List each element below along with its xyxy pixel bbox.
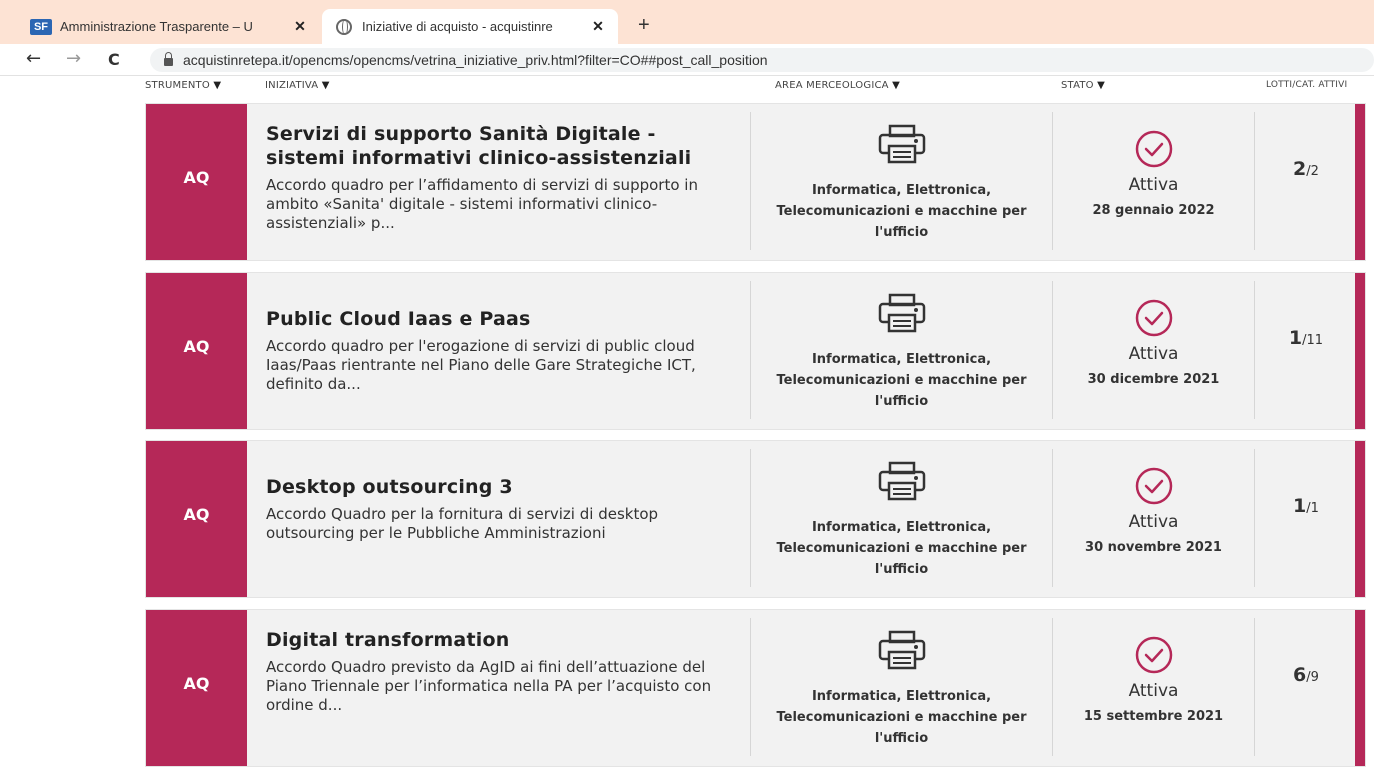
stato-date: 30 dicembre 2021 — [1087, 372, 1220, 387]
address-bar: ← → C acquistinretepa.it/opencms/opencms… — [0, 44, 1374, 76]
divider — [1254, 281, 1255, 419]
stato-label: Attiva — [1128, 175, 1179, 195]
row-accent-bar — [1355, 104, 1365, 260]
lotti-total: /1 — [1306, 501, 1319, 516]
initiative-description: Accordo quadro per l’affidamento di serv… — [266, 176, 698, 232]
browser-tab-bar: SF Amministrazione Trasparente – U ✕ Ini… — [0, 0, 1374, 44]
stato-label: Attiva — [1128, 681, 1179, 701]
strumento-badge: AQ — [146, 273, 247, 429]
column-header-label: STATO — [1061, 80, 1094, 91]
sort-down-icon: ▼ — [892, 80, 900, 91]
row-accent-bar — [1355, 441, 1365, 597]
url-text: acquistinretepa.it/opencms/opencms/vetri… — [183, 52, 768, 68]
column-header-stato[interactable]: STATO ▼ — [1061, 80, 1105, 91]
reload-icon[interactable]: C — [108, 50, 120, 69]
sort-down-icon: ▼ — [1097, 80, 1106, 91]
initiative-description: Accordo Quadro previsto da AgID ai fini … — [266, 658, 712, 714]
check-circle-icon — [1135, 636, 1172, 674]
close-tab-icon[interactable]: ✕ — [588, 18, 608, 35]
initiative-row[interactable]: AQ Desktop outsourcing 3 Accordo Quadro … — [145, 440, 1366, 598]
printer-icon — [878, 630, 925, 670]
divider — [1254, 112, 1255, 250]
browser-tab-amministrazione[interactable]: SF Amministrazione Trasparente – U ✕ — [30, 9, 320, 44]
lotti-count: 1/11 — [1255, 327, 1357, 349]
stato-date: 30 novembre 2021 — [1085, 540, 1222, 555]
check-circle-icon — [1135, 130, 1172, 168]
lotti-total: /2 — [1306, 164, 1319, 179]
lotti-active: 6 — [1293, 664, 1307, 686]
initiative-description: Accordo quadro per l'erogazione di servi… — [266, 337, 696, 393]
initiative-title[interactable]: Servizi di supporto Sanità Digitale - si… — [266, 122, 736, 170]
initiative-title[interactable]: Public Cloud Iaas e Paas — [266, 307, 736, 331]
initiative-title[interactable]: Digital transformation — [266, 628, 736, 652]
close-tab-icon[interactable]: ✕ — [290, 18, 310, 35]
strumento-badge: AQ — [146, 441, 247, 597]
strumento-badge: AQ — [146, 610, 247, 766]
lotti-count: 6/9 — [1255, 664, 1357, 686]
printer-icon — [878, 293, 925, 333]
column-header-lotti: LOTTI/CAT. ATTIVI — [1266, 80, 1347, 90]
lotti-active: 1 — [1293, 495, 1307, 517]
lotti-total: /9 — [1306, 670, 1319, 685]
url-input[interactable]: acquistinretepa.it/opencms/opencms/vetri… — [150, 48, 1374, 72]
row-accent-bar — [1355, 273, 1365, 429]
area-merceologica: Informatica, Elettronica, Telecomunicazi… — [776, 689, 1027, 746]
back-arrow-icon[interactable]: ← — [26, 48, 41, 69]
stato-label: Attiva — [1128, 344, 1179, 364]
sort-down-icon: ▼ — [321, 80, 330, 91]
printer-icon — [878, 461, 925, 501]
stato-date: 28 gennaio 2022 — [1092, 203, 1215, 218]
new-tab-button[interactable]: + — [638, 14, 650, 37]
initiative-row[interactable]: AQ Servizi di supporto Sanità Digitale -… — [145, 103, 1366, 261]
tab-title: Amministrazione Trasparente – U — [60, 19, 253, 34]
initiative-description: Accordo Quadro per la fornitura di servi… — [266, 505, 659, 542]
globe-icon — [336, 18, 352, 35]
column-header-label: STRUMENTO — [145, 80, 210, 91]
lotti-total: /11 — [1302, 333, 1324, 348]
lotti-active: 1 — [1288, 327, 1303, 349]
column-header-label: AREA MERCEOLOGICA — [775, 80, 889, 91]
divider — [1254, 449, 1255, 587]
area-merceologica: Informatica, Elettronica, Telecomunicazi… — [776, 520, 1027, 577]
stato-date: 15 settembre 2021 — [1083, 709, 1224, 724]
sf-logo-icon: SF — [30, 18, 52, 35]
divider — [1254, 618, 1255, 756]
forward-arrow-icon[interactable]: → — [66, 48, 81, 69]
sort-down-icon: ▼ — [213, 80, 222, 91]
lotti-active: 2 — [1293, 158, 1307, 180]
column-header-label: LOTTI/CAT. ATTIVI — [1266, 80, 1348, 90]
column-header-label: INIZIATIVA — [265, 80, 319, 91]
column-header-area[interactable]: AREA MERCEOLOGICA ▼ — [775, 80, 900, 91]
browser-tab-iniziative[interactable]: Iniziative di acquisto - acquistinre ✕ — [322, 9, 618, 44]
printer-icon — [878, 124, 925, 164]
column-header-iniziativa[interactable]: INIZIATIVA ▼ — [265, 80, 330, 91]
initiative-row[interactable]: AQ Digital transformation Accordo Quadro… — [145, 609, 1366, 767]
lock-icon — [164, 52, 173, 66]
lotti-count: 1/1 — [1255, 495, 1357, 517]
row-accent-bar — [1355, 610, 1365, 766]
area-merceologica: Informatica, Elettronica, Telecomunicazi… — [776, 183, 1027, 240]
initiative-title[interactable]: Desktop outsourcing 3 — [266, 475, 736, 499]
strumento-badge: AQ — [146, 104, 247, 260]
stato-label: Attiva — [1128, 512, 1179, 532]
initiative-row[interactable]: AQ Public Cloud Iaas e Paas Accordo quad… — [145, 272, 1366, 430]
area-merceologica: Informatica, Elettronica, Telecomunicazi… — [776, 352, 1027, 409]
check-circle-icon — [1135, 467, 1172, 505]
tab-title: Iniziative di acquisto - acquistinre — [362, 19, 553, 34]
check-circle-icon — [1135, 299, 1172, 337]
column-header-strumento[interactable]: STRUMENTO ▼ — [145, 80, 221, 91]
lotti-count: 2/2 — [1255, 158, 1357, 180]
